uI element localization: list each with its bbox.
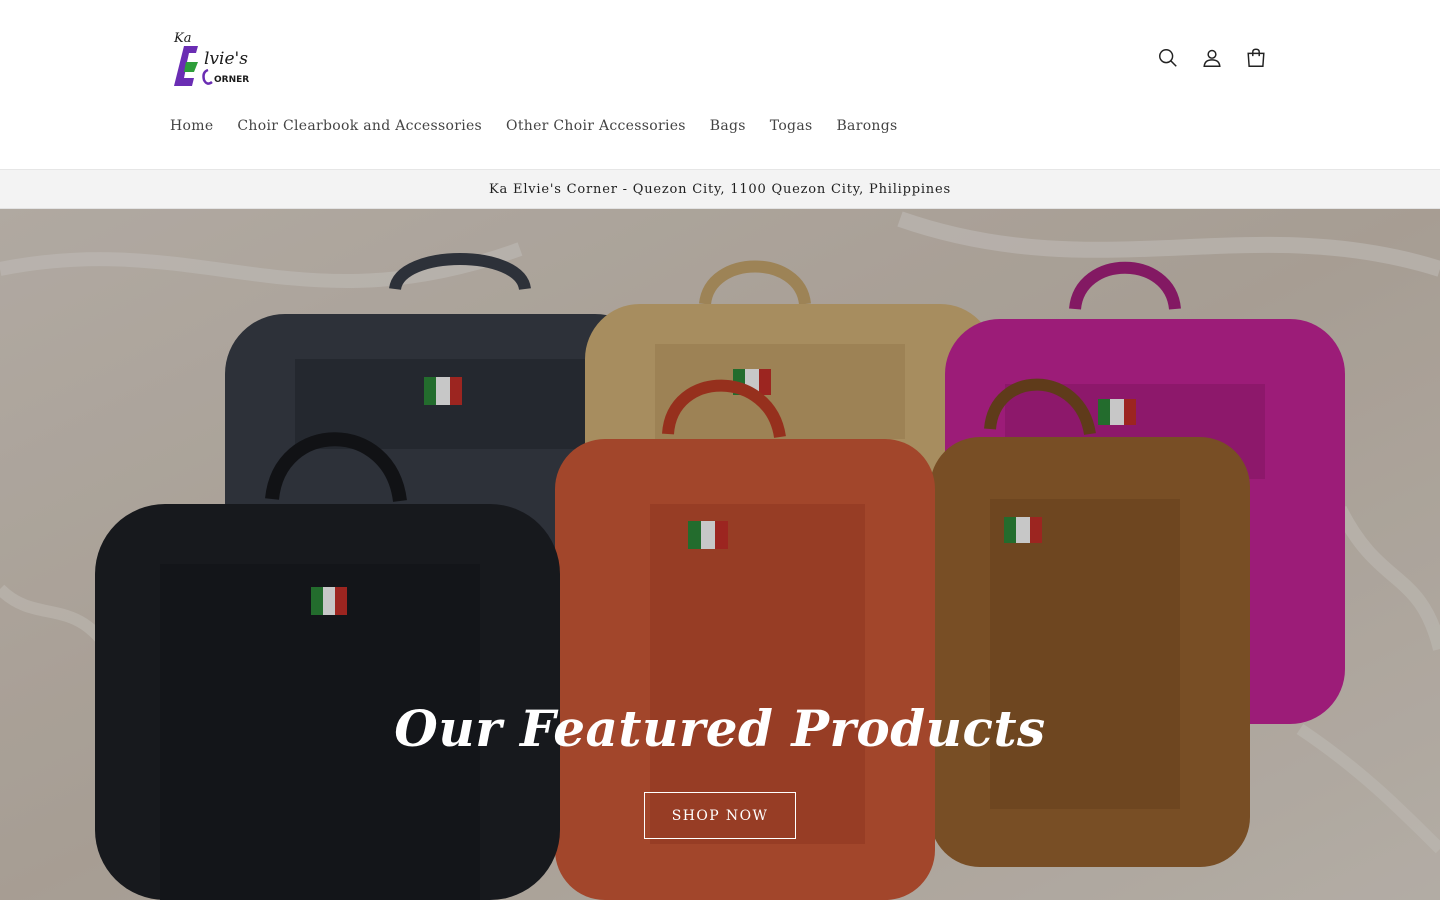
nav-item-bags[interactable]: Bags bbox=[710, 116, 746, 136]
brand-logo[interactable]: Ka lvie's ORNER bbox=[170, 26, 262, 90]
announcement-bar: Ka Elvie's Corner - Quezon City, 1100 Qu… bbox=[0, 170, 1440, 209]
logo-c-shape bbox=[202, 68, 213, 85]
hero-banner: Our Featured Products SHOP NOW bbox=[0, 209, 1440, 900]
nav-item-choir-clearbook[interactable]: Choir Clearbook and Accessories bbox=[237, 116, 482, 136]
cart-icon[interactable] bbox=[1234, 40, 1278, 76]
nav-item-home[interactable]: Home bbox=[170, 116, 213, 136]
nav-item-barongs[interactable]: Barongs bbox=[836, 116, 897, 136]
search-icon[interactable] bbox=[1146, 40, 1190, 76]
nav-item-other-choir-accessories[interactable]: Other Choir Accessories bbox=[506, 116, 686, 136]
logo-mark: Ka lvie's ORNER bbox=[173, 31, 249, 86]
account-icon[interactable] bbox=[1190, 40, 1234, 76]
hero-title: Our Featured Products bbox=[394, 699, 1046, 758]
shop-now-button[interactable]: SHOP NOW bbox=[644, 792, 796, 839]
logo-ka-text: Ka bbox=[173, 31, 191, 46]
logo-corner-text: ORNER bbox=[214, 75, 249, 85]
logo-elvies-text: lvie's bbox=[204, 49, 248, 69]
site-header: Ka lvie's ORNER Home Choir Clearbook and… bbox=[0, 0, 1440, 170]
header-actions bbox=[1146, 40, 1278, 76]
main-nav: Home Choir Clearbook and Accessories Oth… bbox=[170, 116, 922, 136]
announcement-text: Ka Elvie's Corner - Quezon City, 1100 Qu… bbox=[489, 181, 951, 197]
logo-e-accent bbox=[184, 62, 198, 72]
nav-item-togas[interactable]: Togas bbox=[770, 116, 813, 136]
